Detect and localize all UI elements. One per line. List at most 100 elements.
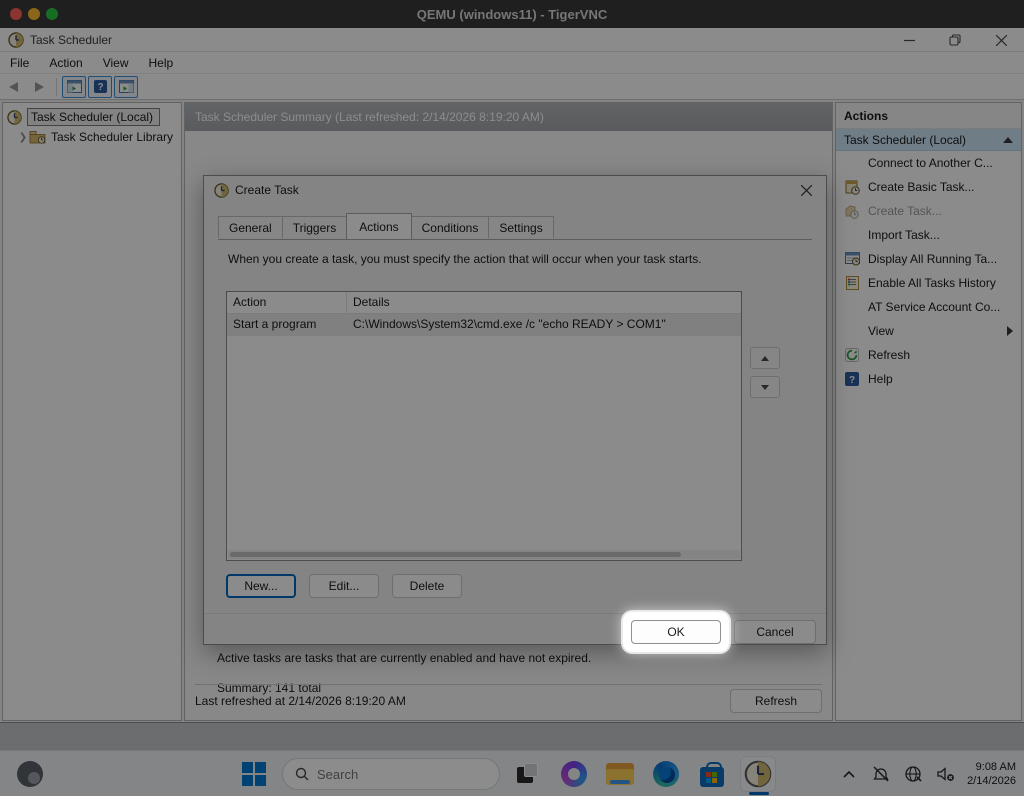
store-button[interactable] <box>694 756 730 792</box>
action-item-label: Create Task... <box>868 204 942 218</box>
column-action[interactable]: Action <box>227 292 347 313</box>
edge-icon <box>653 761 679 787</box>
action-list-row[interactable]: Start a program C:\Windows\System32\cmd.… <box>227 314 741 336</box>
notification-bell-slash-icon[interactable] <box>871 764 891 784</box>
move-up-button[interactable] <box>750 347 780 369</box>
tab-settings[interactable]: Settings <box>488 216 553 238</box>
edit-button[interactable]: Edit... <box>309 574 379 598</box>
library-folder-icon <box>29 130 46 144</box>
row-action-cell: Start a program <box>227 314 347 336</box>
collapse-chevron-icon[interactable] <box>1003 137 1013 143</box>
close-button[interactable] <box>978 28 1024 52</box>
macos-minimize-icon[interactable] <box>28 8 40 20</box>
taskbar-clock[interactable]: 9:08 AM 2/14/2026 <box>967 760 1016 788</box>
widgets-button[interactable] <box>8 756 52 792</box>
task-scheduler-taskbar-button[interactable] <box>740 756 776 792</box>
move-down-button[interactable] <box>750 376 780 398</box>
action-item-refresh[interactable]: Refresh <box>836 343 1021 367</box>
action-item-help[interactable]: ? Help <box>836 367 1021 391</box>
expand-chevron-icon[interactable]: ❯ <box>17 132 29 143</box>
show-console-tree-button[interactable] <box>62 76 86 98</box>
dialog-title: Create Task <box>235 183 299 197</box>
horizontal-scrollbar[interactable] <box>228 550 740 559</box>
help-toolbar-button[interactable]: ? <box>88 76 112 98</box>
actions-pane: Actions Task Scheduler (Local) Connect t… <box>835 102 1022 721</box>
tree-item-task-scheduler-library[interactable]: Task Scheduler Library <box>51 130 173 144</box>
hidden-icons-chevron[interactable] <box>839 764 859 784</box>
task-view-icon <box>517 763 539 785</box>
forward-button[interactable] <box>27 76 51 98</box>
file-explorer-icon <box>606 763 634 785</box>
refresh-button[interactable]: Refresh <box>730 689 822 713</box>
delete-button[interactable]: Delete <box>392 574 462 598</box>
active-tasks-note: Active tasks are tasks that are currentl… <box>217 651 591 665</box>
scrollbar-thumb[interactable] <box>230 552 681 557</box>
column-details[interactable]: Details <box>347 292 741 313</box>
dialog-separator <box>204 613 826 614</box>
search-input[interactable] <box>317 767 467 782</box>
toolbar-separator <box>56 78 57 96</box>
action-item-import-task[interactable]: Import Task... <box>836 223 1021 247</box>
macos-close-icon[interactable] <box>10 8 22 20</box>
file-explorer-button[interactable] <box>602 756 638 792</box>
dialog-instruction: When you create a task, you must specify… <box>228 252 788 266</box>
action-item-create-basic-task[interactable]: Create Basic Task... <box>836 175 1021 199</box>
tab-general[interactable]: General <box>218 216 283 238</box>
minimize-button[interactable] <box>886 28 932 52</box>
tree-item-task-scheduler-local[interactable]: Task Scheduler (Local) <box>27 108 160 126</box>
action-item-label: Import Task... <box>868 228 940 242</box>
network-globe-icon[interactable] <box>903 764 923 784</box>
tasks-history-icon <box>844 275 860 291</box>
macos-zoom-icon[interactable] <box>46 8 58 20</box>
show-action-pane-button[interactable] <box>114 76 138 98</box>
action-item-connect[interactable]: Connect to Another C... <box>836 151 1021 175</box>
tab-triggers[interactable]: Triggers <box>282 216 348 238</box>
store-icon <box>700 767 724 787</box>
blank-icon <box>844 227 860 243</box>
window-titlebar: Task Scheduler <box>0 28 1024 52</box>
menu-view[interactable]: View <box>93 53 139 73</box>
action-item-display-running[interactable]: Display All Running Ta... <box>836 247 1021 271</box>
svg-text:?: ? <box>849 375 855 386</box>
copilot-button[interactable] <box>556 756 592 792</box>
taskbar: 9:08 AM 2/14/2026 <box>0 750 1024 796</box>
action-item-enable-history[interactable]: Enable All Tasks History <box>836 271 1021 295</box>
action-item-at-service-account[interactable]: AT Service Account Co... <box>836 295 1021 319</box>
vnc-window-title: QEMU (windows11) - TigerVNC <box>0 7 1024 22</box>
up-arrow-icon <box>761 356 769 361</box>
back-button[interactable] <box>1 76 25 98</box>
ok-button[interactable]: OK <box>631 620 721 644</box>
menu-help[interactable]: Help <box>139 53 184 73</box>
summary-header: Task Scheduler Summary (Last refreshed: … <box>185 103 832 131</box>
create-basic-task-icon <box>844 179 860 195</box>
tab-conditions[interactable]: Conditions <box>411 216 490 238</box>
tab-actions[interactable]: Actions <box>346 213 411 239</box>
search-box[interactable] <box>282 758 500 790</box>
action-item-label: Create Basic Task... <box>868 180 975 194</box>
menu-file[interactable]: File <box>0 53 39 73</box>
restore-button[interactable] <box>932 28 978 52</box>
action-item-create-task[interactable]: Create Task... <box>836 199 1021 223</box>
volume-mute-icon[interactable] <box>935 764 955 784</box>
action-item-label: Refresh <box>868 348 910 362</box>
task-scheduler-window: Task Scheduler File Action View Help <box>0 28 1024 723</box>
start-button[interactable] <box>236 756 272 792</box>
new-button[interactable]: New... <box>226 574 296 598</box>
cancel-button[interactable]: Cancel <box>734 620 816 644</box>
last-refreshed-text: Last refreshed at 2/14/2026 8:19:20 AM <box>195 694 406 708</box>
menu-action[interactable]: Action <box>39 53 92 73</box>
tray-date: 2/14/2026 <box>967 774 1016 788</box>
create-task-dialog: Create Task General Triggers Actions Con… <box>203 175 827 645</box>
forward-arrow-icon <box>35 82 44 92</box>
search-icon <box>295 767 309 781</box>
menu-bar: File Action View Help <box>0 52 1024 74</box>
macos-titlebar: QEMU (windows11) - TigerVNC <box>0 0 1024 28</box>
copilot-icon <box>561 761 587 787</box>
task-view-button[interactable] <box>510 756 546 792</box>
edge-button[interactable] <box>648 756 684 792</box>
actions-group-task-scheduler-local[interactable]: Task Scheduler (Local) <box>836 129 1021 151</box>
dialog-close-button[interactable] <box>792 179 820 201</box>
action-item-view[interactable]: View <box>836 319 1021 343</box>
system-tray: 9:08 AM 2/14/2026 <box>839 751 1016 796</box>
refresh-status-row: Last refreshed at 2/14/2026 8:19:20 AM R… <box>195 684 822 716</box>
